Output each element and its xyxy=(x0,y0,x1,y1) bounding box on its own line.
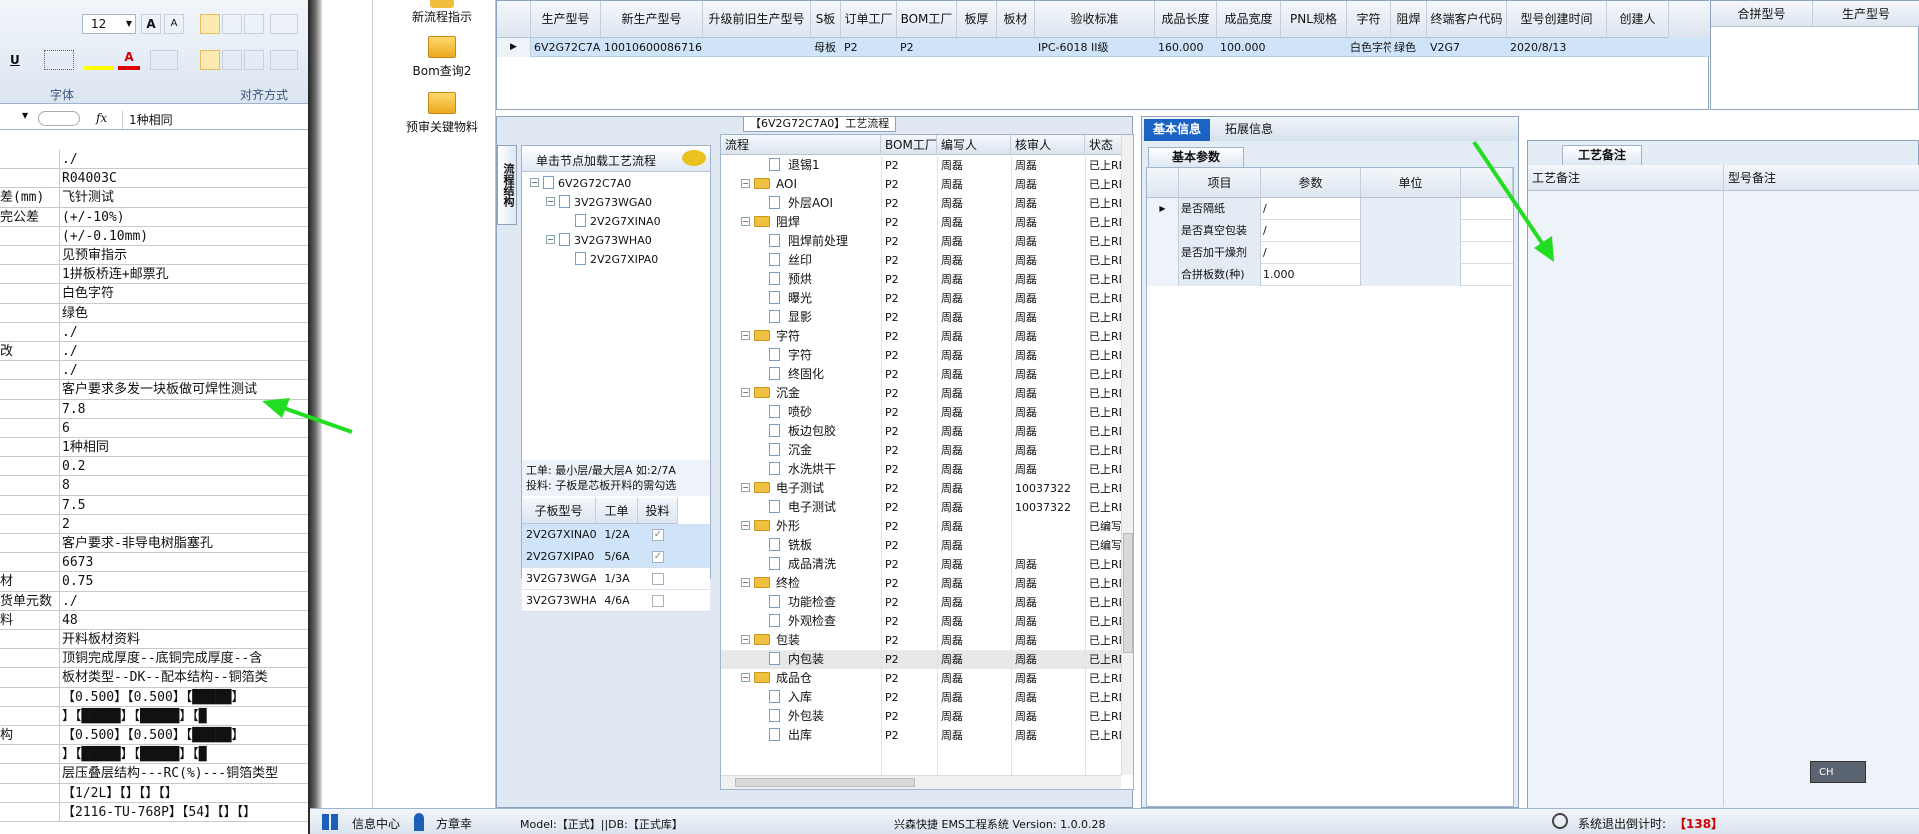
green-arrow xyxy=(262,398,353,434)
green-arrow xyxy=(1472,140,1554,262)
annotation-arrows xyxy=(262,140,1554,434)
